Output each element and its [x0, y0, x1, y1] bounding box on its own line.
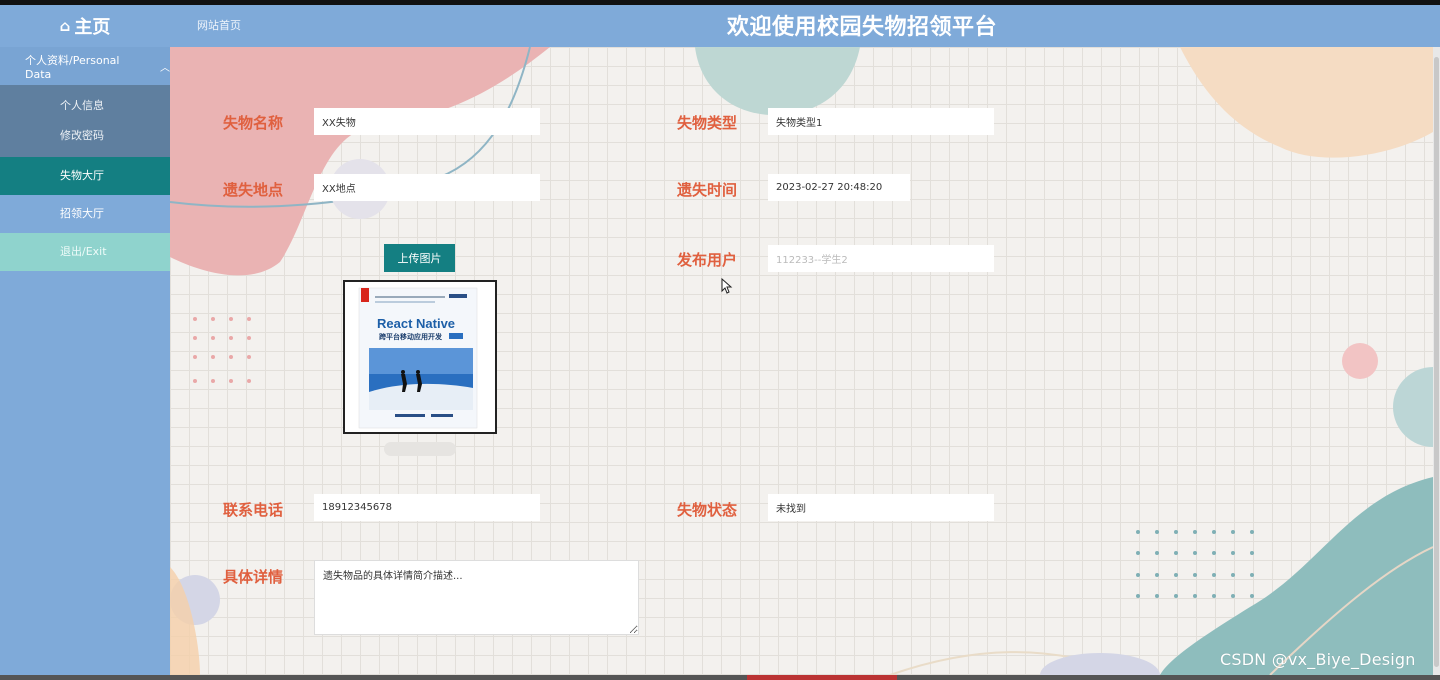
- contact-phone-label: 联系电话: [223, 501, 284, 519]
- top-bar: ⌂ 主页 网站首页 欢迎使用校园失物招领平台: [0, 5, 1440, 47]
- publish-user-input: [768, 245, 994, 272]
- book-subtitle: 跨平台移动应用开发: [379, 332, 443, 341]
- lost-status-label: 失物状态: [677, 501, 738, 519]
- upload-image-button[interactable]: 上传图片: [384, 244, 455, 272]
- home-brand[interactable]: ⌂ 主页: [0, 5, 170, 47]
- site-home-link[interactable]: 网站首页: [197, 17, 241, 33]
- sidebar-group-label: 个人资料/Personal Data: [25, 53, 120, 81]
- sidebar-item-profile[interactable]: 个人信息: [0, 91, 170, 121]
- scrollbar-thumb[interactable]: [1434, 57, 1439, 667]
- lost-status-select[interactable]: [768, 494, 994, 521]
- sidebar-item-change-password[interactable]: 修改密码: [0, 121, 170, 151]
- lost-place-label: 遗失地点: [223, 181, 284, 199]
- brand-label: 主页: [74, 17, 111, 38]
- lost-name-input[interactable]: [314, 108, 540, 135]
- chevron-up-icon: ︿: [160, 62, 170, 74]
- lost-time-input[interactable]: [768, 174, 910, 201]
- page-title: 欢迎使用校园失物招领平台: [726, 15, 997, 40]
- sidebar: 个人资料/Personal Data ︿ 个人信息 修改密码 失物大厅 招领大厅…: [0, 47, 170, 680]
- contact-phone-input[interactable]: [314, 494, 540, 521]
- detail-textarea[interactable]: 遗失物品的具体详情简介描述...: [314, 560, 639, 635]
- image-caption-placeholder: [384, 442, 456, 456]
- sidebar-group-personal-data[interactable]: 个人资料/Personal Data ︿: [0, 47, 170, 85]
- detail-label: 具体详情: [223, 568, 284, 586]
- vertical-scrollbar[interactable]: [1433, 47, 1440, 675]
- home-icon: ⌂: [59, 17, 71, 35]
- lost-type-select[interactable]: [768, 108, 994, 135]
- sidebar-submenu: 个人信息 修改密码: [0, 85, 170, 157]
- lost-type-label: 失物类型: [677, 114, 738, 132]
- watermark: CSDN @vx_Biye_Design: [1220, 650, 1416, 669]
- sidebar-item-lost-hall[interactable]: 失物大厅: [0, 157, 170, 195]
- lost-name-label: 失物名称: [223, 114, 284, 132]
- sidebar-item-exit[interactable]: 退出/Exit: [0, 233, 170, 271]
- mouse-cursor-icon: [721, 278, 733, 294]
- item-image-preview[interactable]: React Native 跨平台移动应用开发: [343, 280, 497, 434]
- submit-button-edge[interactable]: [747, 675, 897, 680]
- bottom-bar: [0, 675, 1440, 680]
- lost-place-input[interactable]: [314, 174, 540, 201]
- sidebar-item-found-hall[interactable]: 招领大厅: [0, 195, 170, 233]
- publish-user-label: 发布用户: [677, 251, 738, 269]
- lost-time-label: 遗失时间: [677, 181, 738, 199]
- book-title: React Native: [377, 316, 455, 331]
- book-cover-image: React Native 跨平台移动应用开发: [345, 282, 495, 432]
